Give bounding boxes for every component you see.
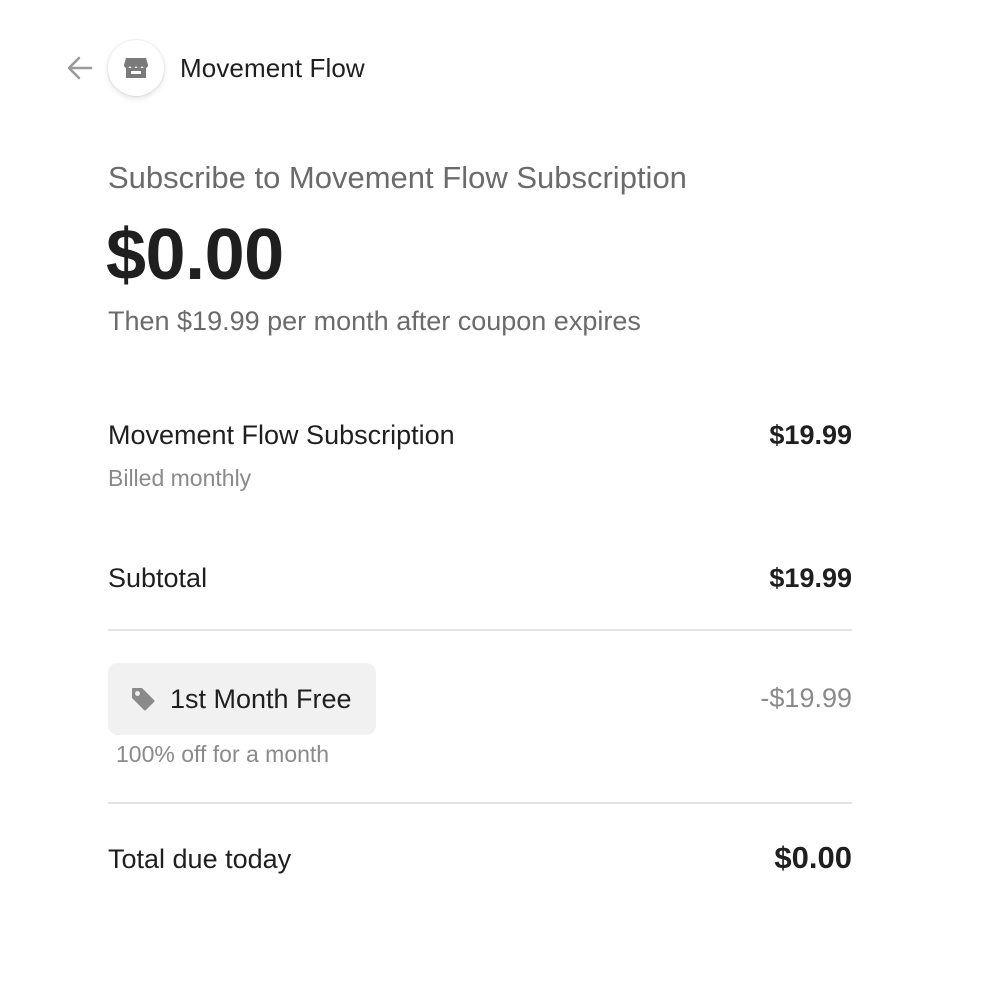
discount-amount: -$19.99 bbox=[760, 683, 852, 713]
checkout-header: Movement Flow bbox=[60, 40, 365, 96]
billing-interval: Billed monthly bbox=[108, 465, 252, 491]
total-amount: $0.00 bbox=[774, 840, 852, 875]
renewal-note: Then $19.99 per month after coupon expir… bbox=[108, 306, 641, 336]
merchant-avatar bbox=[108, 40, 164, 96]
divider bbox=[108, 802, 852, 804]
back-button[interactable] bbox=[60, 48, 100, 88]
subtotal-label: Subtotal bbox=[108, 563, 208, 593]
tag-icon bbox=[132, 688, 155, 711]
total-row: Total due today $0.00 bbox=[108, 840, 852, 876]
promo-code-label: 1st Month Free bbox=[170, 683, 352, 714]
line-item-row: Movement Flow Subscription $19.99 bbox=[108, 420, 852, 451]
storefront-icon bbox=[124, 58, 148, 78]
total-label: Total due today bbox=[108, 844, 292, 874]
subscribe-title: Subscribe to Movement Flow Subscription bbox=[108, 160, 687, 195]
subtotal-amount: $19.99 bbox=[769, 563, 852, 593]
subtotal-row: Subtotal $19.99 bbox=[108, 563, 852, 594]
merchant-name: Movement Flow bbox=[180, 52, 365, 83]
line-item-price: $19.99 bbox=[769, 420, 852, 450]
amount-due: $0.00 bbox=[106, 215, 284, 295]
promo-description: 100% off for a month bbox=[116, 741, 330, 767]
divider bbox=[108, 629, 852, 631]
line-item-name: Movement Flow Subscription bbox=[108, 420, 455, 450]
arrow-left-icon bbox=[67, 56, 93, 80]
promo-code-chip[interactable]: 1st Month Free bbox=[108, 663, 376, 735]
